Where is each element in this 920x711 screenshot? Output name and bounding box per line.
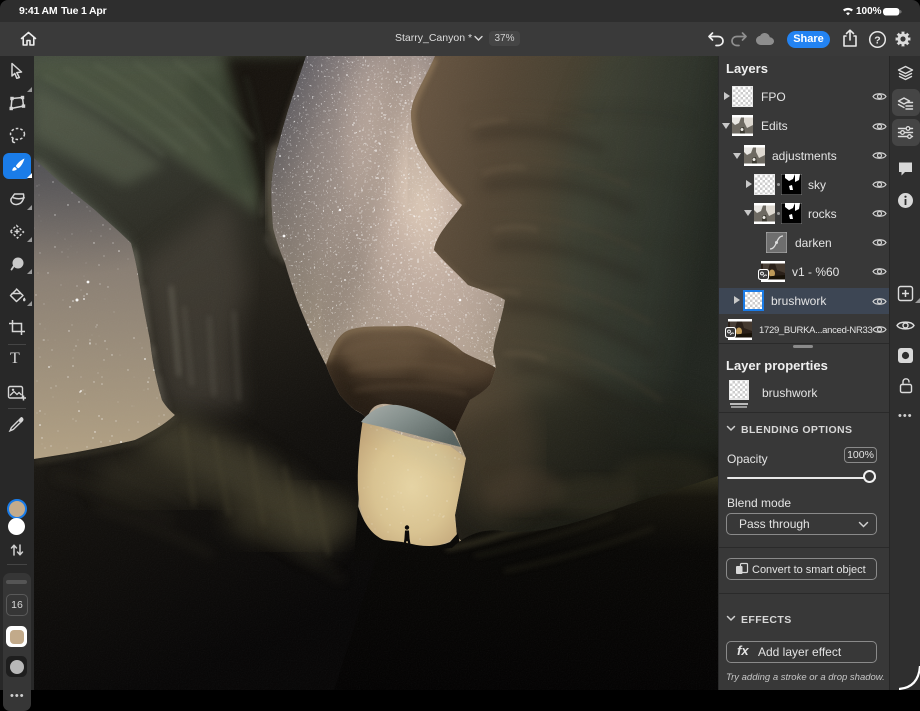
svg-text:?: ? [874,34,880,46]
